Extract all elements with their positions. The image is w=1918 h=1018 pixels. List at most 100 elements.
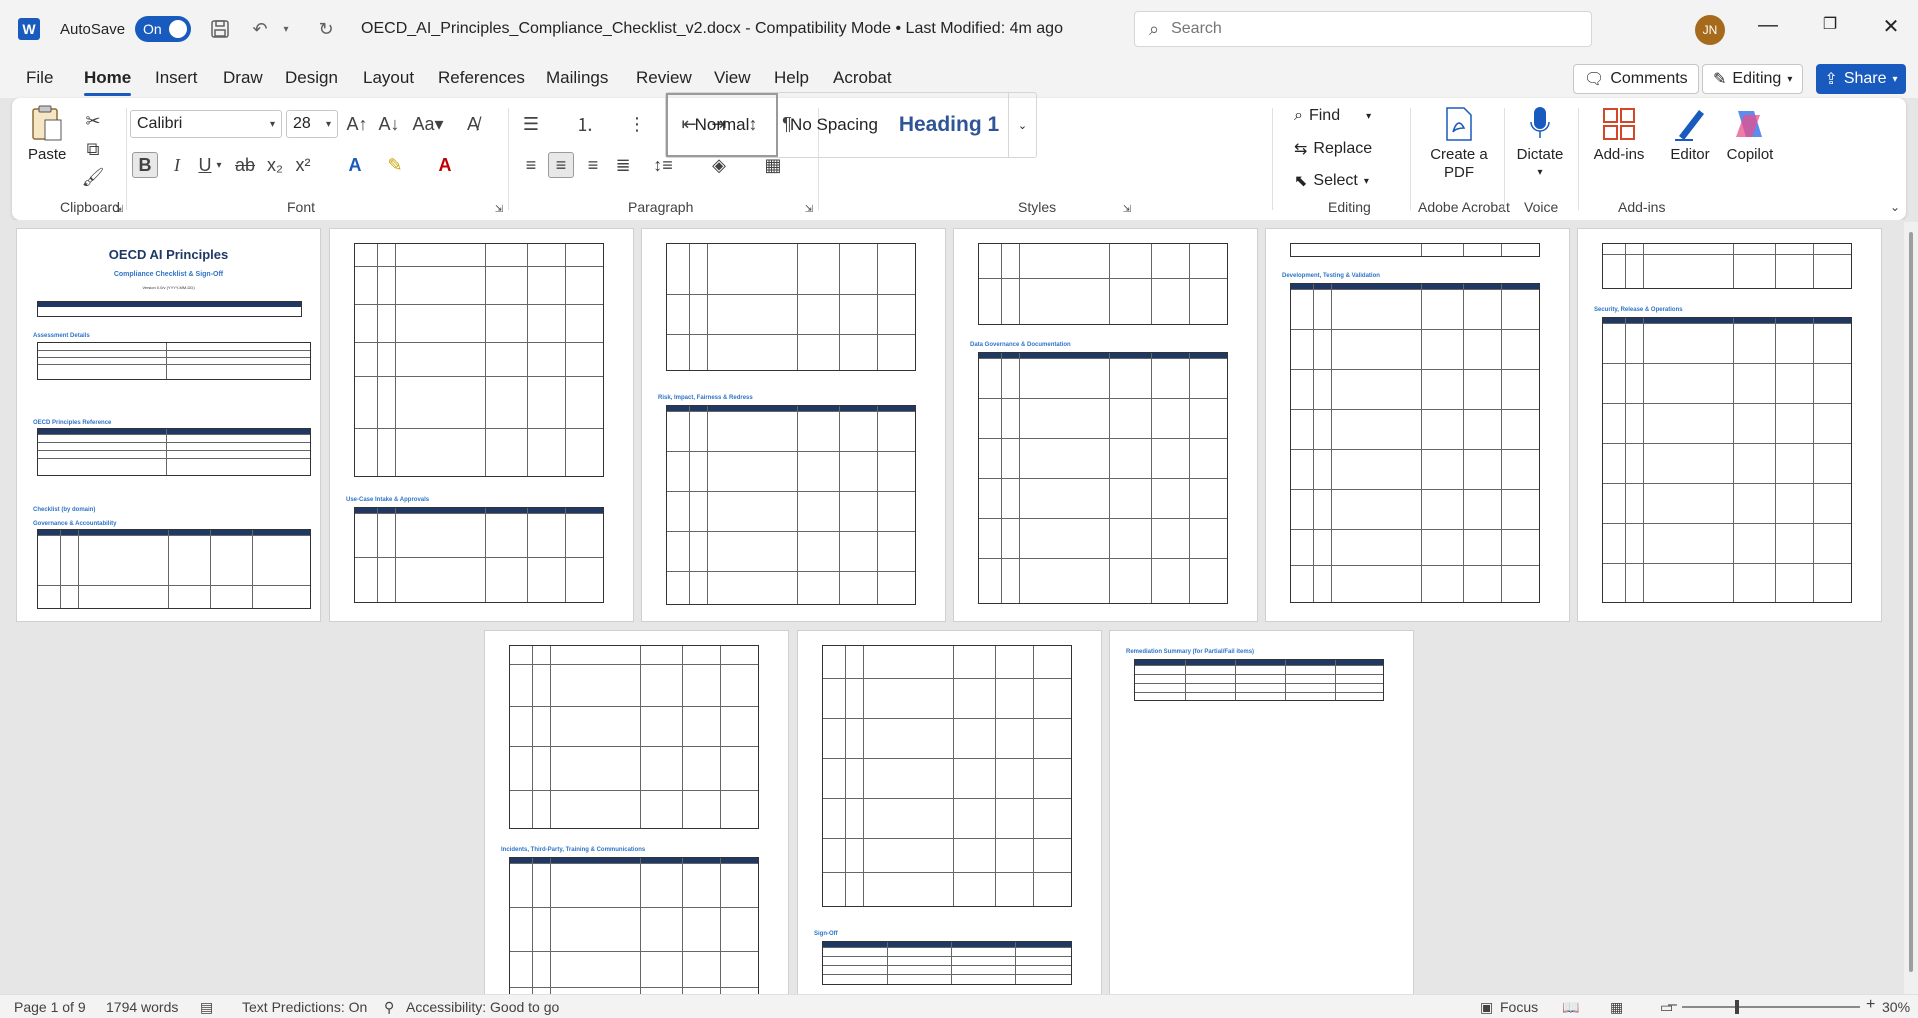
shrink-font-icon[interactable]: A↓ — [376, 111, 402, 137]
clear-formatting-icon[interactable]: A̸ — [460, 111, 486, 137]
tab-help[interactable]: Help — [774, 68, 809, 88]
tab-home[interactable]: Home — [84, 68, 132, 96]
comments-button[interactable]: 🗨 Comments — [1573, 64, 1699, 94]
zoom-slider-thumb[interactable] — [1735, 1000, 1739, 1014]
search-input[interactable] — [1171, 20, 1552, 38]
clipboard-launcher-icon[interactable]: ⇲ — [106, 196, 132, 222]
minimize-icon[interactable]: — — [1753, 14, 1783, 37]
change-case-icon[interactable]: Aa▾ — [410, 111, 446, 137]
font-name-dropdown[interactable]: Calibri ▾ — [130, 110, 282, 138]
proofing-icon[interactable]: ▤ — [200, 999, 213, 1016]
subscript-icon[interactable]: x₂ — [262, 152, 288, 178]
undo-dropdown-icon[interactable]: ▾ — [275, 18, 297, 40]
tab-design[interactable]: Design — [285, 68, 338, 88]
font-size-dropdown[interactable]: 28 ▾ — [286, 110, 338, 138]
page-6[interactable]: Security, Release & Operations — [1577, 228, 1882, 622]
page-count[interactable]: Page 1 of 9 — [14, 999, 86, 1015]
copilot-button[interactable]: Copilot — [1718, 106, 1782, 164]
collapse-ribbon-icon[interactable]: ⌄ — [1882, 194, 1908, 220]
strikethrough-icon[interactable]: ab — [232, 152, 258, 178]
column-divider — [527, 508, 528, 602]
zoom-in-icon[interactable]: + — [1866, 996, 1875, 1014]
tab-layout[interactable]: Layout — [363, 68, 414, 88]
table-row — [823, 956, 1071, 965]
focus-mode-button[interactable]: Focus — [1500, 999, 1538, 1015]
styles-launcher-icon[interactable]: ⇲ — [1114, 196, 1140, 222]
text-effects-icon[interactable]: A — [342, 152, 368, 178]
align-right-icon[interactable]: ≡ — [580, 152, 606, 178]
zoom-out-icon[interactable]: – — [1668, 996, 1677, 1014]
print-layout-icon[interactable]: ▦ — [1610, 999, 1623, 1016]
redo-icon[interactable]: ↻ — [315, 18, 337, 40]
search-box[interactable]: ⌕ — [1134, 11, 1592, 47]
page-7[interactable]: Incidents, Third-Party, Training & Commu… — [484, 630, 789, 994]
create-pdf-button[interactable]: Create a PDF — [1416, 106, 1502, 182]
column-divider — [1015, 942, 1016, 984]
word-count[interactable]: 1794 words — [106, 999, 178, 1015]
column-divider — [877, 244, 878, 370]
page-3[interactable]: Risk, Impact, Fairness & Redress — [641, 228, 946, 622]
justify-icon[interactable]: ≣ — [610, 152, 636, 178]
accessibility-status[interactable]: Accessibility: Good to go — [406, 999, 559, 1015]
paste-button[interactable]: Paste — [28, 105, 66, 164]
share-button[interactable]: ⇪ Share ▾ — [1816, 64, 1906, 94]
page-2[interactable]: Use-Case Intake & Approvals — [329, 228, 634, 622]
tab-insert[interactable]: Insert — [155, 68, 198, 88]
tab-view[interactable]: View — [714, 68, 751, 88]
dictate-button[interactable]: Dictate ▾ — [1506, 106, 1574, 182]
zoom-slider[interactable] — [1682, 1006, 1860, 1008]
dictate-label: Dictate — [1516, 146, 1564, 163]
replace-button[interactable]: ⇆ Replace — [1294, 139, 1372, 159]
editing-mode-button[interactable]: ✎ Editing ▾ — [1702, 64, 1804, 94]
tab-mailings[interactable]: Mailings — [546, 68, 608, 88]
text-predictions-status[interactable]: Text Predictions: On — [242, 999, 367, 1015]
undo-icon[interactable]: ↶ — [249, 18, 271, 40]
grow-font-icon[interactable]: A↑ — [344, 111, 370, 137]
close-icon[interactable]: ✕ — [1876, 14, 1906, 39]
page-4[interactable]: Data Governance & Documentation — [953, 228, 1258, 622]
italic-icon[interactable]: I — [164, 152, 190, 178]
tab-acrobat[interactable]: Acrobat — [833, 68, 892, 88]
zoom-level[interactable]: 30% — [1882, 999, 1910, 1015]
word-app-icon[interactable]: W — [18, 18, 40, 40]
scrollbar-thumb[interactable] — [1909, 232, 1913, 972]
cut-icon[interactable]: ✂ — [80, 108, 106, 134]
bold-icon[interactable]: B — [132, 152, 158, 178]
copy-icon[interactable]: ⧉ — [80, 136, 106, 162]
page-9[interactable]: Remediation Summary (for Partial/Fail it… — [1109, 630, 1414, 994]
find-button[interactable]: ⌕ Find ▾ — [1294, 107, 1371, 125]
highlight-icon[interactable]: ✎ — [382, 152, 408, 178]
table-row — [823, 947, 1071, 956]
read-mode-icon[interactable]: 📖 — [1562, 999, 1579, 1016]
align-center-icon[interactable]: ≡ — [548, 152, 574, 178]
autosave-toggle[interactable]: On — [135, 16, 192, 42]
page-1[interactable]: OECD AI Principles Compliance Checklist … — [16, 228, 321, 622]
tab-references[interactable]: References — [438, 68, 525, 88]
addins-button[interactable]: Add-ins — [1584, 106, 1654, 164]
numbering-icon[interactable]: ⒈ — [572, 111, 598, 137]
page-8[interactable]: Sign-Off — [797, 630, 1102, 994]
column-divider — [1235, 660, 1236, 700]
save-icon[interactable] — [209, 18, 231, 40]
editor-button[interactable]: Editor — [1660, 106, 1720, 164]
user-avatar[interactable]: JN — [1695, 15, 1725, 45]
page-5[interactable]: Development, Testing & Validation — [1265, 228, 1570, 622]
bullets-icon[interactable]: ☰ — [518, 111, 544, 137]
align-left-icon[interactable]: ≡ — [518, 152, 544, 178]
column-divider — [689, 244, 690, 370]
format-painter-icon[interactable]: 🖌 — [80, 164, 106, 190]
select-button[interactable]: ⬉ Select ▾ — [1294, 171, 1369, 191]
chevron-down-icon[interactable]: ▾ — [212, 152, 226, 178]
vertical-scrollbar[interactable] — [1904, 222, 1918, 994]
superscript-icon[interactable]: x² — [290, 152, 316, 178]
font-color-icon[interactable]: A — [432, 152, 458, 178]
styles-more-icon[interactable]: ⌄ — [1008, 93, 1036, 157]
style-no-spacing[interactable]: No Spacing — [778, 93, 890, 157]
tab-draw[interactable]: Draw — [223, 68, 263, 88]
style-heading-1[interactable]: Heading 1 — [890, 93, 1008, 157]
restore-icon[interactable]: ❐ — [1815, 14, 1845, 34]
style-normal[interactable]: Normal — [666, 93, 778, 157]
tab-file[interactable]: File — [26, 68, 53, 88]
multilevel-list-icon[interactable]: ⋮ — [624, 111, 650, 137]
tab-review[interactable]: Review — [636, 68, 692, 88]
